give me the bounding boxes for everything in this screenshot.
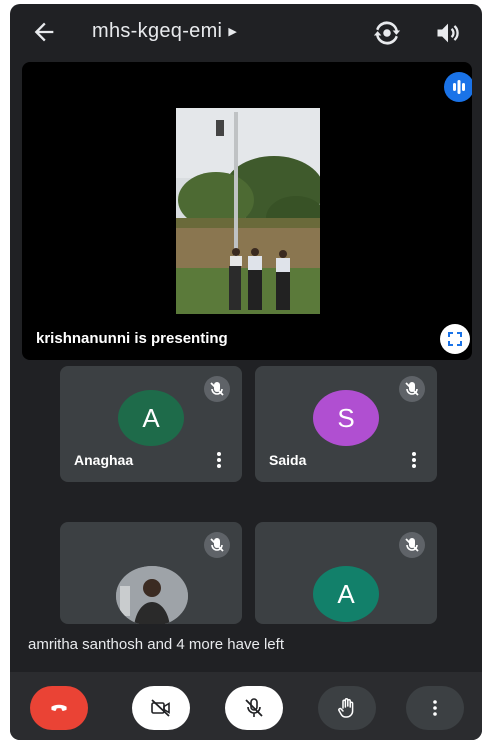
call-controls [10, 672, 482, 740]
avatar: A [313, 566, 379, 622]
meeting-title[interactable]: mhs-kgeq-emi ▶ [92, 20, 237, 43]
raise-hand-icon [338, 698, 354, 718]
avatar: S [313, 390, 379, 446]
audio-level-icon [444, 72, 472, 102]
presentation-area: krishnanunni is presenting [22, 62, 472, 360]
caret-right-icon: ▶ [228, 26, 238, 39]
speaker-icon[interactable] [434, 19, 462, 47]
participant-tile[interactable]: A Anaghaa [60, 366, 242, 482]
participant-name: Saida [269, 452, 307, 468]
mic-toggle-button[interactable] [225, 686, 283, 730]
mic-off-icon [204, 376, 230, 402]
mic-off-icon [245, 698, 263, 717]
avatar: A [118, 390, 184, 446]
end-call-button[interactable] [30, 686, 88, 730]
presenting-caption: krishnanunni is presenting [36, 330, 228, 347]
end-call-icon [51, 704, 67, 711]
mic-off-icon [399, 532, 425, 558]
mic-off-icon [399, 376, 425, 402]
mic-off-icon [204, 532, 230, 558]
top-bar: mhs-kgeq-emi ▶ [10, 4, 482, 62]
camera-off-icon [151, 699, 170, 717]
left-notification: amritha santhosh and 4 more have left [10, 624, 482, 666]
fullscreen-button[interactable] [440, 324, 470, 354]
switch-camera-icon[interactable] [372, 18, 402, 48]
shared-screen-image [176, 108, 320, 314]
more-options-button[interactable] [406, 686, 464, 730]
participant-tile[interactable]: A [255, 522, 437, 624]
more-options-icon [433, 700, 437, 716]
participant-tile[interactable] [60, 522, 242, 624]
participant-tile[interactable]: S Saida [255, 366, 437, 482]
participant-photo [116, 566, 188, 624]
meeting-code: mhs-kgeq-emi [92, 20, 223, 42]
participant-name: Anaghaa [74, 452, 134, 468]
more-options-icon[interactable] [212, 450, 226, 470]
more-options-icon[interactable] [407, 450, 421, 470]
raise-hand-button[interactable] [318, 686, 376, 730]
meet-screen: mhs-kgeq-emi ▶ krishnanunni is presentin… [10, 4, 482, 740]
fullscreen-icon [448, 332, 462, 346]
back-arrow-icon[interactable] [30, 18, 58, 46]
notification-text: amritha santhosh and 4 more have left [28, 636, 284, 653]
camera-toggle-button[interactable] [132, 686, 190, 730]
